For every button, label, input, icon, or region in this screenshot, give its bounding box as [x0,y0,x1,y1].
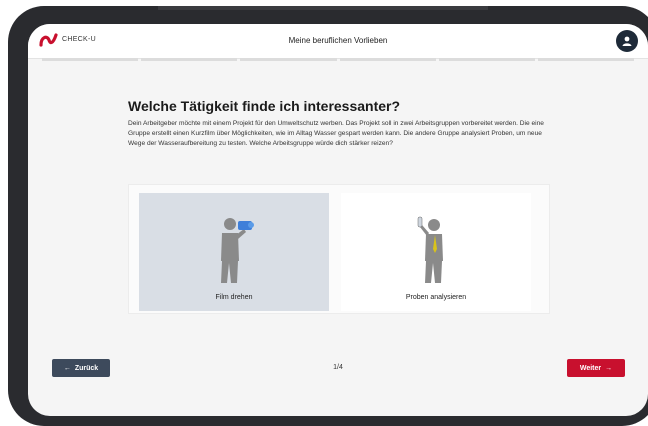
progress-segment [42,58,139,61]
option-card-film[interactable]: Film drehen [139,193,329,311]
screen: CHECK-U Meine beruflichen Vorlieben Welc… [28,24,648,416]
progress-bar [28,58,648,61]
tablet-hardware-buttons [158,6,488,20]
person-with-camera-icon [212,215,256,290]
user-avatar-icon[interactable] [616,30,638,52]
page-indicator: 1/4 [333,364,343,371]
person-with-test-tube-icon [414,215,458,290]
arrow-right-icon: → [605,364,613,372]
page-title: Meine beruflichen Vorlieben [288,36,388,45]
question-title: Welche Tätigkeit finde ich interessanter… [128,98,401,114]
progress-segment [438,58,535,61]
option-card-proben[interactable]: Proben analysieren [341,193,531,311]
question-description: Dein Arbeitgeber möchte mit einem Projek… [128,120,544,148]
progress-segment [141,58,238,61]
option-label-film: Film drehen [215,294,253,301]
next-button[interactable]: Weiter → [567,359,625,377]
progress-segment [339,58,436,61]
header-bar: CHECK-U Meine beruflichen Vorlieben [28,24,648,59]
answer-options: Film drehen Proben analysieren [128,184,550,314]
progress-segment [240,58,337,61]
tablet-frame: CHECK-U Meine beruflichen Vorlieben Welc… [8,6,648,426]
next-button-label: Weiter [579,364,602,372]
option-label-proben: Proben analysieren [405,294,467,301]
progress-segment [537,58,635,61]
